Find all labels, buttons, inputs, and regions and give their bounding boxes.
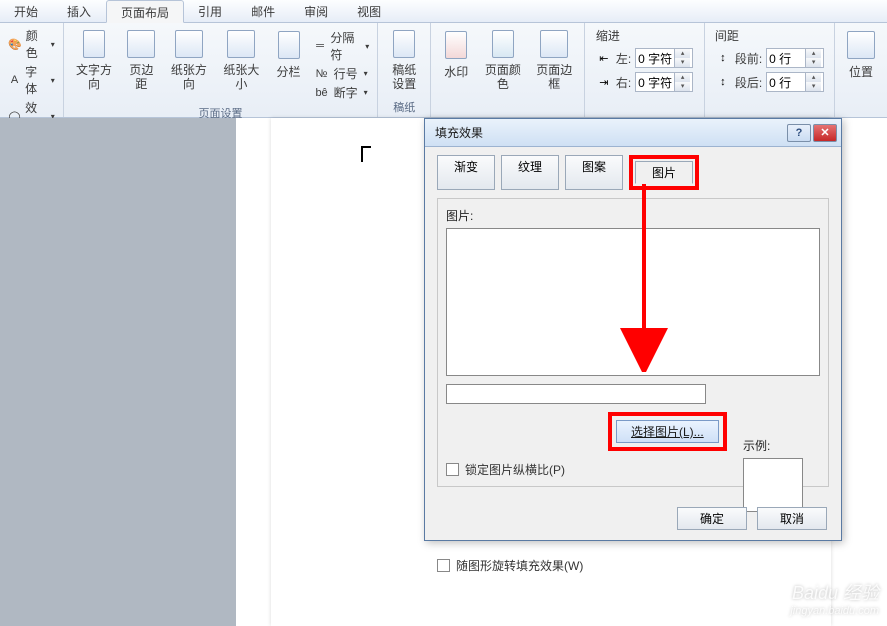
- spacing-before-input[interactable]: [767, 51, 805, 65]
- breaks-icon: ═: [314, 38, 327, 54]
- sample-preview: [743, 458, 803, 512]
- picture-label: 图片:: [446, 207, 820, 224]
- line-numbers-icon: №: [314, 66, 330, 82]
- tab-review[interactable]: 审阅: [290, 0, 343, 22]
- sample-area: 示例:: [743, 437, 823, 512]
- gutter: [0, 118, 236, 626]
- manuscript-button[interactable]: 稿纸 设置: [382, 25, 426, 95]
- page-color-button[interactable]: 页面颜色: [477, 25, 528, 95]
- group-arrange: 位置: [835, 23, 887, 117]
- rotate-fill-label: 随图形旋转填充效果(W): [456, 557, 583, 574]
- group-indent: 缩进 ⇤ 左: ▴▾ ⇥ 右: ▴▾: [585, 23, 705, 117]
- group-themes: 🎨颜色▾ A字体▾ ◯效果▾: [0, 23, 64, 117]
- spin-up-icon[interactable]: ▴: [675, 73, 690, 82]
- tab-gradient[interactable]: 渐变: [437, 155, 495, 190]
- indent-left-icon: ⇤: [596, 50, 612, 66]
- spacing-after-icon: ↕: [715, 74, 731, 90]
- dialog-title: 填充效果: [435, 124, 483, 141]
- position-icon: [845, 29, 877, 61]
- spacing-after-spinner[interactable]: ▴▾: [766, 72, 824, 92]
- watermark-icon: [440, 29, 472, 61]
- page-border-icon: [538, 29, 570, 59]
- columns-button[interactable]: 分栏: [268, 25, 310, 95]
- paper-size-button[interactable]: 纸张大小: [215, 25, 267, 95]
- group-page-setup: 文字方向 页边距 纸张方向 纸张大小 分栏 ═分隔符▾ №行号▾ bê断字▾ 页…: [64, 23, 378, 117]
- indent-right-spinner[interactable]: ▴▾: [635, 72, 693, 92]
- page-color-icon: [487, 29, 519, 59]
- palette-icon: 🎨: [8, 36, 22, 52]
- theme-colors-button[interactable]: 🎨颜色▾: [8, 27, 55, 61]
- spin-down-icon[interactable]: ▾: [806, 82, 821, 91]
- dialog-tabs: 渐变 纹理 图案 图片: [437, 155, 829, 190]
- fill-effects-dialog: 填充效果 ? ✕ 渐变 纹理 图案 图片 图片: 选择图片(L)... 锁定图片…: [424, 118, 842, 541]
- highlight-select-picture: 选择图片(L)...: [608, 412, 727, 451]
- ok-button[interactable]: 确定: [677, 507, 747, 530]
- spin-down-icon[interactable]: ▾: [806, 58, 821, 67]
- tab-texture[interactable]: 纹理: [501, 155, 559, 190]
- select-picture-button[interactable]: 选择图片(L)...: [616, 420, 719, 443]
- margins-icon: [125, 29, 157, 59]
- text-direction-icon: [78, 29, 110, 59]
- cancel-button[interactable]: 取消: [757, 507, 827, 530]
- orientation-button[interactable]: 纸张方向: [163, 25, 215, 95]
- spacing-before-spinner[interactable]: ▴▾: [766, 48, 824, 68]
- indent-left-input[interactable]: [636, 51, 674, 65]
- tab-insert[interactable]: 插入: [53, 0, 106, 22]
- breaks-button[interactable]: ═分隔符▾: [314, 29, 370, 63]
- paper-size-icon: [225, 29, 257, 59]
- group-manuscript: 稿纸 设置 稿纸: [378, 23, 431, 117]
- group-label-manuscript: 稿纸: [382, 97, 426, 117]
- dialog-help-button[interactable]: ?: [787, 124, 811, 142]
- picture-path-input[interactable]: [446, 384, 706, 404]
- tab-pattern[interactable]: 图案: [565, 155, 623, 190]
- spin-down-icon[interactable]: ▾: [675, 58, 690, 67]
- tab-view[interactable]: 视图: [343, 0, 396, 22]
- ribbon: 🎨颜色▾ A字体▾ ◯效果▾ 文字方向 页边距 纸张方向 纸张大小 分栏 ═分隔…: [0, 23, 887, 118]
- ribbon-tabs: 开始 插入 页面布局 引用 邮件 审阅 视图: [0, 0, 887, 23]
- tab-start[interactable]: 开始: [0, 0, 53, 22]
- tab-picture[interactable]: 图片: [635, 161, 693, 184]
- manuscript-icon: [388, 29, 420, 59]
- dialog-close-button[interactable]: ✕: [813, 124, 837, 142]
- group-spacing: 间距 ↕ 段前: ▴▾ ↕ 段后: ▴▾: [705, 23, 835, 117]
- tab-page-layout[interactable]: 页面布局: [106, 0, 184, 23]
- position-button[interactable]: 位置: [839, 25, 883, 95]
- highlight-tab-picture: 图片: [629, 155, 699, 190]
- picture-preview: [446, 228, 820, 376]
- lock-aspect-checkbox[interactable]: [446, 463, 459, 476]
- spin-up-icon[interactable]: ▴: [675, 49, 690, 58]
- indent-right-input[interactable]: [636, 75, 674, 89]
- margins-button[interactable]: 页边距: [120, 25, 162, 95]
- text-cursor: [361, 146, 371, 162]
- spacing-after-input[interactable]: [767, 75, 805, 89]
- font-icon: A: [8, 72, 21, 88]
- group-page-background: 水印 页面颜色 页面边框: [431, 23, 585, 117]
- sample-label: 示例:: [743, 437, 823, 454]
- dialog-titlebar[interactable]: 填充效果 ? ✕: [425, 119, 841, 147]
- spacing-before-icon: ↕: [715, 50, 731, 66]
- hyphenation-icon: bê: [314, 85, 330, 101]
- tab-mail[interactable]: 邮件: [237, 0, 290, 22]
- hyphenation-button[interactable]: bê断字▾: [314, 84, 370, 101]
- spin-down-icon[interactable]: ▾: [675, 82, 690, 91]
- watermark-button[interactable]: 水印: [435, 25, 477, 95]
- indent-right-icon: ⇥: [596, 74, 612, 90]
- indent-left-spinner[interactable]: ▴▾: [635, 48, 693, 68]
- theme-fonts-button[interactable]: A字体▾: [8, 63, 55, 97]
- page-border-button[interactable]: 页面边框: [529, 25, 580, 95]
- text-direction-button[interactable]: 文字方向: [68, 25, 120, 95]
- spin-up-icon[interactable]: ▴: [806, 73, 821, 82]
- watermark: Baidu 经验 jingyan.baidu.com: [790, 584, 879, 620]
- spin-up-icon[interactable]: ▴: [806, 49, 821, 58]
- rotate-fill-checkbox[interactable]: [437, 559, 450, 572]
- columns-icon: [273, 29, 305, 61]
- line-numbers-button[interactable]: №行号▾: [314, 65, 370, 82]
- lock-aspect-label: 锁定图片纵横比(P): [465, 461, 565, 478]
- orientation-icon: [173, 29, 205, 59]
- tab-reference[interactable]: 引用: [184, 0, 237, 22]
